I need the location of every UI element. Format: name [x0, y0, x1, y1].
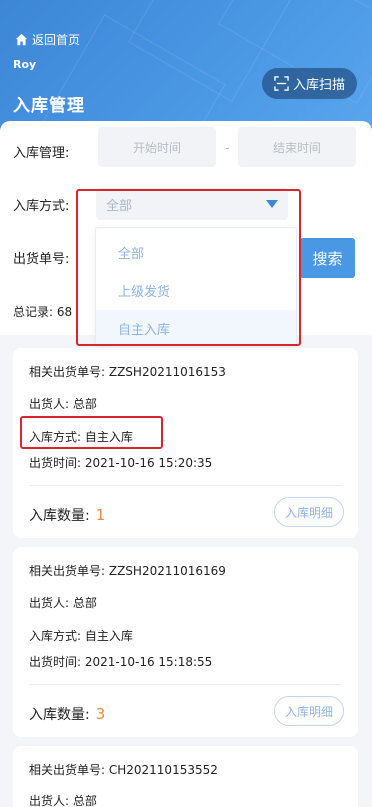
date-range-label: 入库管理: — [13, 146, 70, 161]
start-time-field[interactable]: 开始时间 — [98, 127, 216, 167]
total-records: 总记录: 68 — [13, 305, 73, 319]
record-card: 相关出货单号: ZZSH20211016153 出货人: 总部 入库方式: 自主… — [13, 348, 358, 538]
back-home-label: 返回首页 — [32, 33, 81, 47]
quantity-value: 3 — [95, 705, 106, 723]
inbound-detail-button[interactable]: 入库明细 — [274, 696, 344, 726]
inbound-method: 入库方式: 自主入库 — [29, 629, 133, 643]
user-name: Roy — [13, 58, 37, 71]
shipment-label: 出货单号: — [13, 252, 70, 267]
home-icon — [15, 33, 28, 46]
scan-button-label: 入库扫描 — [292, 78, 345, 93]
shipper: 出货人: 总部 — [29, 794, 97, 807]
quantity-value: 1 — [95, 506, 106, 524]
ship-time: 出货时间: 2021-10-16 15:18:55 — [29, 655, 213, 669]
inbound-detail-button[interactable]: 入库明细 — [274, 497, 344, 527]
related-order-number: 相关出货单号: ZZSH20211016169 — [29, 564, 226, 578]
method-select[interactable]: 全部 — [96, 188, 288, 220]
dropdown-option-all[interactable]: 全部 — [96, 234, 296, 270]
inbound-quantity: 入库数量: 3 — [29, 704, 105, 724]
triangle-down-icon — [266, 200, 278, 208]
scan-icon — [274, 76, 289, 91]
dropdown-option-self-inbound[interactable]: 自主入库 — [96, 310, 296, 346]
method-dropdown: 全部 上级发货 自主入库 — [95, 227, 297, 346]
ship-time: 出货时间: 2021-10-16 15:20:35 — [29, 456, 213, 470]
inbound-method: 入库方式: 自主入库 — [29, 430, 133, 444]
page-title: 入库管理 — [13, 96, 85, 116]
dropdown-option-superior-shipment[interactable]: 上级发货 — [96, 272, 296, 308]
method-label: 入库方式: — [13, 199, 70, 214]
divider — [29, 684, 342, 685]
related-order-number: 相关出货单号: ZZSH20211016153 — [29, 365, 226, 379]
shipper: 出货人: 总部 — [29, 596, 97, 610]
quantity-label: 入库数量: — [29, 508, 90, 524]
record-card: 相关出货单号: ZZSH20211016169 出货人: 总部 入库方式: 自主… — [13, 547, 358, 737]
back-home-link[interactable]: 返回首页 — [15, 31, 80, 48]
search-button[interactable]: 搜索 — [300, 238, 355, 278]
shipper: 出货人: 总部 — [29, 397, 97, 411]
record-card: 相关出货单号: CH202110153552 出货人: 总部 — [13, 746, 358, 807]
related-order-number: 相关出货单号: CH202110153552 — [29, 763, 218, 777]
quantity-label: 入库数量: — [29, 707, 90, 723]
method-select-value: 全部 — [106, 198, 133, 214]
date-separator: - — [225, 141, 230, 156]
scan-button[interactable]: 入库扫描 — [262, 68, 357, 99]
divider — [29, 485, 342, 486]
end-time-field[interactable]: 结束时间 — [238, 127, 356, 167]
inbound-quantity: 入库数量: 1 — [29, 505, 105, 525]
